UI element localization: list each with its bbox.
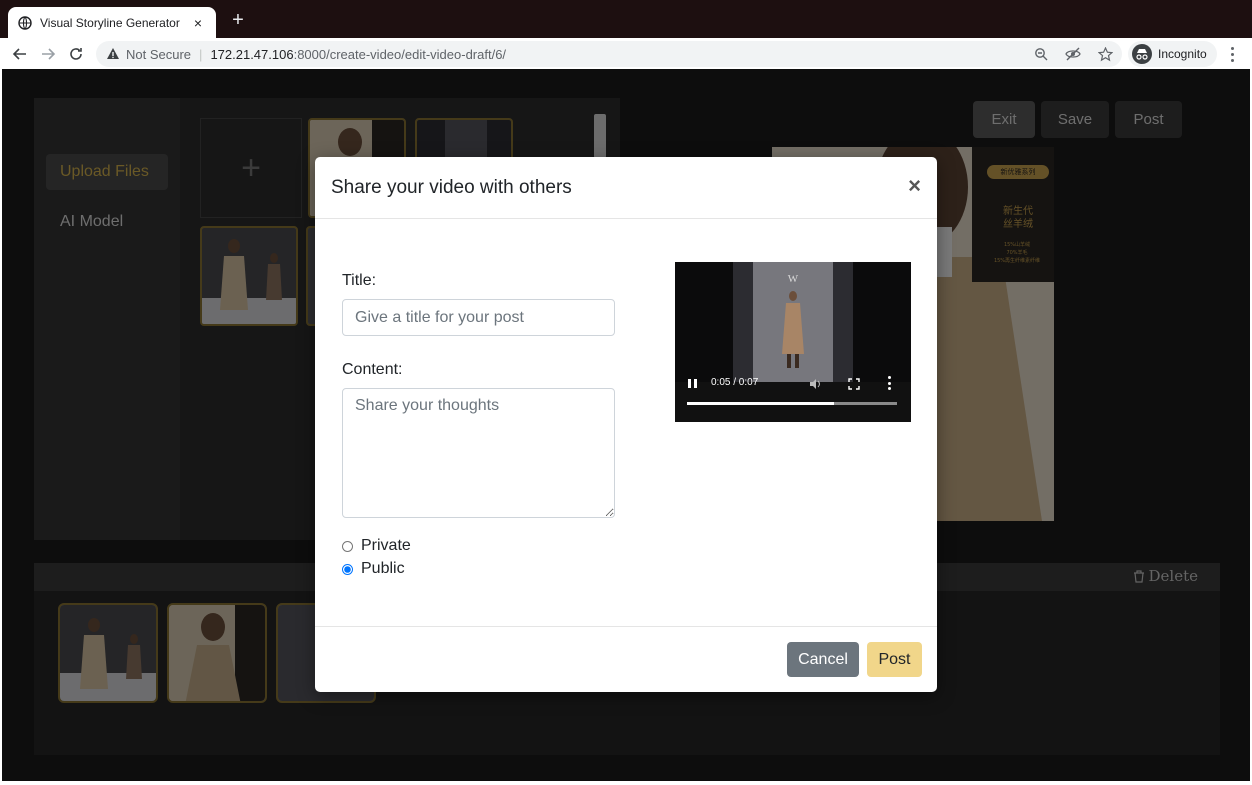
video-progress-track[interactable]	[687, 402, 897, 405]
more-options-icon[interactable]	[888, 376, 892, 390]
fullscreen-icon[interactable]	[848, 377, 860, 390]
pause-icon[interactable]	[688, 379, 698, 389]
modal-footer: Cancel Post	[315, 626, 937, 692]
star-icon[interactable]	[1096, 45, 1114, 63]
public-label: Public	[361, 560, 405, 577]
new-tab-button[interactable]: +	[228, 10, 248, 30]
content-textarea[interactable]	[342, 388, 615, 518]
incognito-icon	[1132, 44, 1152, 64]
share-modal: Share your video with others × Title: Co…	[315, 157, 937, 692]
visibility-private[interactable]: Private	[342, 537, 411, 555]
browser-toolbar: Not Secure | 172.21.47.106 :8000/create-…	[0, 38, 1252, 69]
browser-chrome: Visual Storyline Generator × + Not Secur…	[0, 0, 1252, 69]
incognito-badge[interactable]: Incognito	[1128, 41, 1217, 67]
url-path: :8000/create-video/edit-video-draft/6/	[293, 46, 507, 62]
close-icon[interactable]: ×	[908, 175, 921, 197]
back-icon[interactable]	[6, 40, 34, 68]
address-divider: |	[199, 46, 203, 62]
tab-close-icon[interactable]: ×	[190, 15, 206, 31]
public-radio[interactable]	[342, 563, 353, 575]
address-bar[interactable]: Not Secure | 172.21.47.106 :8000/create-…	[96, 41, 1122, 67]
modal-title: Share your video with others	[331, 177, 572, 198]
video-frame: W	[675, 262, 911, 422]
video-player[interactable]: W 0:05 / 0:07	[675, 262, 911, 422]
profile-label: Incognito	[1158, 47, 1207, 61]
browser-tab[interactable]: Visual Storyline Generator ×	[8, 7, 216, 38]
volume-icon[interactable]	[809, 377, 821, 389]
omnibox-icons	[1032, 45, 1114, 63]
modal-header: Share your video with others ×	[315, 157, 937, 219]
title-input[interactable]	[342, 299, 615, 336]
content-label: Content:	[342, 361, 403, 378]
zoom-icon[interactable]	[1032, 45, 1050, 63]
post-submit-button[interactable]: Post	[867, 642, 922, 677]
video-progress-fill	[687, 402, 834, 405]
security-label: Not Secure	[126, 46, 192, 62]
cancel-button[interactable]: Cancel	[787, 642, 859, 677]
video-time: 0:05 / 0:07	[711, 377, 759, 388]
tab-strip: Visual Storyline Generator × +	[0, 0, 1252, 38]
reload-icon[interactable]	[62, 40, 90, 68]
title-label: Title:	[342, 272, 377, 289]
menu-icon[interactable]	[1222, 42, 1242, 66]
tab-title: Visual Storyline Generator	[40, 15, 180, 30]
forward-icon[interactable]	[34, 40, 62, 68]
private-radio[interactable]	[342, 540, 353, 552]
visibility-public[interactable]: Public	[342, 560, 405, 578]
eye-slash-icon[interactable]	[1064, 45, 1082, 63]
private-label: Private	[361, 537, 411, 554]
warning-icon	[107, 48, 119, 59]
video-logo: W	[788, 273, 799, 285]
url-host: 172.21.47.106	[210, 46, 294, 62]
globe-icon	[18, 15, 32, 30]
